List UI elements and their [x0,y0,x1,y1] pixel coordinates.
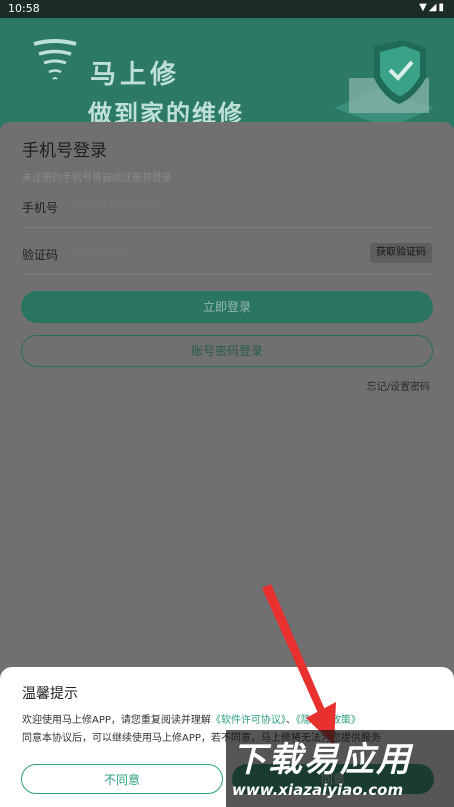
tornado-logo-icon [33,39,77,80]
code-label: 验证码 [22,248,59,262]
license-link[interactable]: 《软件许可协议》 [211,715,286,726]
watermark-url: www.xiazaiyiao.com [232,781,404,799]
page-title: 手机号登录 [22,141,107,161]
get-code-button[interactable]: 获取验证码 [370,243,432,263]
status-time: 10:58 [8,2,40,15]
status-bar: 10:58 ▼◢▮ [0,0,454,18]
status-icons: ▼◢▮ [419,2,446,13]
dialog-and-text: 、 [285,715,296,726]
shield-illustration-icon [334,40,434,128]
register-hint: 未注册的手机号将自动注册并登录 [22,173,172,184]
dialog-title: 温馨提示 [22,686,78,702]
watermark-title: 下载易应用 [232,740,412,780]
disagree-button[interactable]: 不同意 [21,764,223,794]
forgot-password-link[interactable]: 忘记/设置密码 [367,378,430,393]
code-input[interactable] [68,247,348,258]
login-button[interactable]: 立即登录 [21,291,433,323]
brand-name: 马上修 [90,60,181,90]
code-divider [22,274,432,275]
account-login-button[interactable]: 账号密码登录 [21,335,433,367]
phone-input[interactable] [68,200,348,211]
privacy-link[interactable]: 《隐私权政策》 [296,715,361,726]
dialog-line-1: 欢迎使用马上修APP，请您重复阅读并理解《软件许可协议》、《隐私权政策》 [22,711,361,726]
phone-divider [22,227,432,228]
phone-label: 手机号 [22,201,59,215]
header-banner: 马上修 做到家的维修 [0,18,454,128]
dialog-line1-text: 欢迎使用马上修APP，请您重复阅读并理解 [22,715,211,726]
